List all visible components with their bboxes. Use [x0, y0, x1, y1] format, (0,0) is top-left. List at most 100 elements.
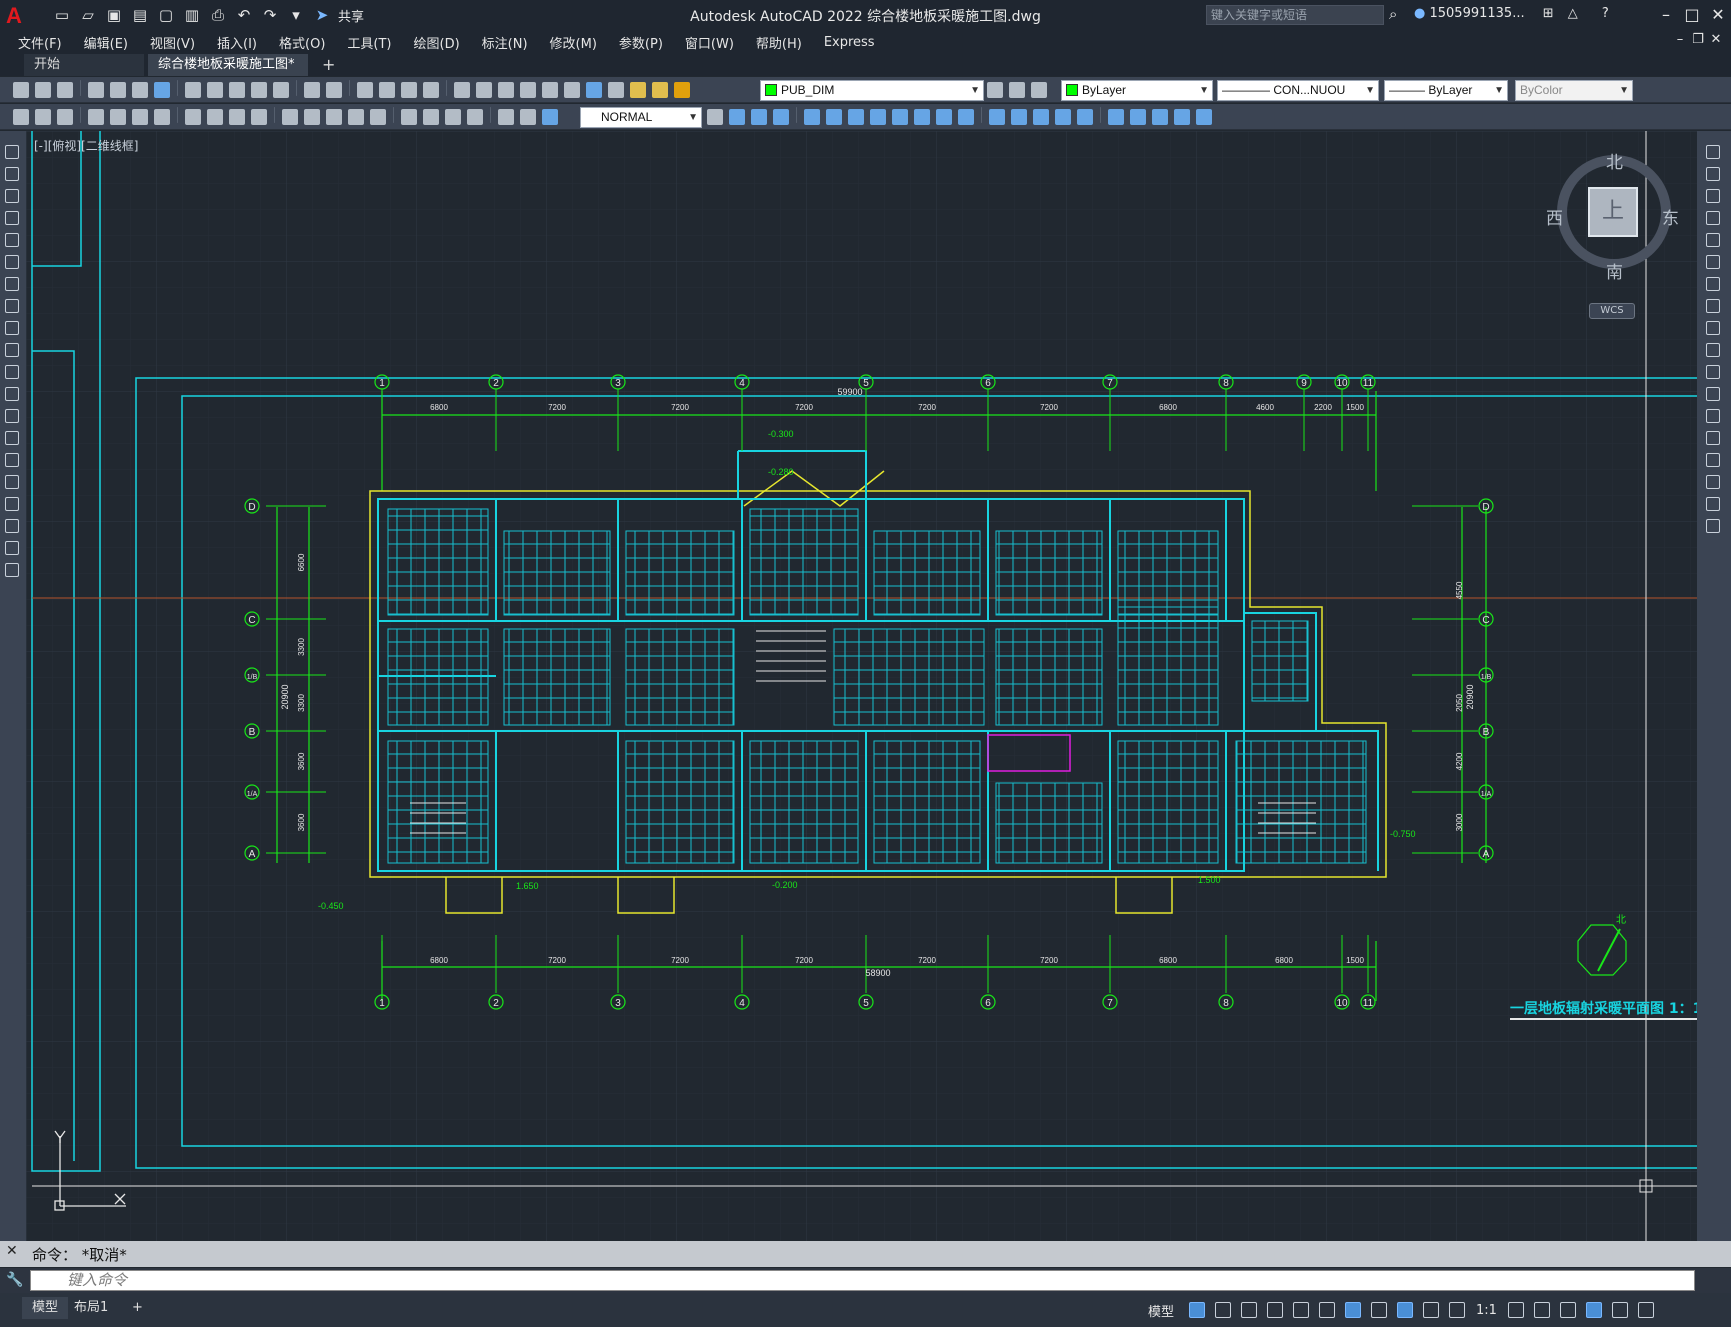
dim-linear-icon[interactable] — [88, 109, 104, 125]
doc-close-icon[interactable]: ✕ — [1707, 32, 1725, 47]
layer-lock-icon[interactable] — [674, 82, 690, 98]
dimstyle-icon[interactable] — [707, 109, 723, 125]
dim-jogged-icon[interactable] — [207, 109, 223, 125]
rectangle-icon[interactable] — [5, 233, 19, 247]
tab-drawing[interactable]: 综合楼地板采暖施工图* ✕ — [148, 54, 308, 94]
undo-icon[interactable]: ↶ — [234, 5, 254, 25]
sheet-set-icon[interactable] — [520, 82, 536, 98]
app-logo[interactable]: A — [6, 3, 30, 28]
ortho-icon[interactable] — [1241, 1302, 1258, 1318]
search-input[interactable]: 键入关键字或短语 — [1206, 5, 1384, 25]
new-icon[interactable]: ▭ — [52, 5, 72, 25]
zoom-window-icon[interactable] — [401, 82, 417, 98]
layout1-tab[interactable]: 布局1 — [64, 1297, 118, 1319]
tolerance-icon[interactable] — [401, 109, 417, 125]
annotation-scale-value[interactable]: 1:1 — [1476, 1303, 1497, 1318]
text-front-icon[interactable] — [1174, 109, 1190, 125]
menu-dimension[interactable]: 标注(N) — [482, 33, 528, 52]
save-icon[interactable]: ▣ — [104, 5, 124, 25]
customization-menu-icon[interactable] — [1637, 1302, 1654, 1318]
erase-icon[interactable] — [1706, 145, 1720, 159]
dimstyle-dropdown[interactable]: NORMAL ▼ — [580, 107, 702, 128]
grid-icon[interactable] — [1189, 1302, 1206, 1318]
layer-previous-icon[interactable] — [1009, 82, 1025, 98]
line-icon[interactable] — [5, 145, 19, 159]
pan-icon[interactable] — [357, 82, 373, 98]
search-icon[interactable]: ⌕ — [1389, 5, 1397, 23]
hatch-back-icon[interactable] — [1196, 109, 1212, 125]
clean-screen-icon[interactable] — [1611, 1302, 1628, 1318]
share-label[interactable]: 共享 — [338, 6, 364, 25]
customize-wrench-icon[interactable]: 🔧 — [6, 1272, 23, 1288]
revcloud-icon[interactable] — [5, 299, 19, 313]
share-icon[interactable]: ➤ — [312, 5, 332, 25]
center-mark-icon[interactable] — [423, 109, 439, 125]
auto-scale-icon[interactable] — [1423, 1302, 1440, 1318]
hatch-icon[interactable] — [5, 453, 19, 467]
menu-window[interactable]: 窗口(W) — [685, 33, 734, 52]
zoom-realtime-icon[interactable] — [379, 82, 395, 98]
ellipse-icon[interactable] — [5, 343, 19, 357]
command-input[interactable]: 键入命令 — [30, 1270, 1695, 1291]
open-web-icon[interactable]: ▢ — [156, 5, 176, 25]
region-icon[interactable] — [5, 497, 19, 511]
mirror-icon[interactable] — [773, 109, 789, 125]
annotation-monitor-icon[interactable] — [1533, 1302, 1550, 1318]
markup-icon[interactable] — [542, 82, 558, 98]
menu-format[interactable]: 格式(O) — [279, 33, 325, 52]
menu-insert[interactable]: 插入(I) — [217, 33, 257, 52]
publish-icon[interactable] — [132, 82, 148, 98]
workspace-gear-icon[interactable] — [1507, 1302, 1524, 1318]
array-icon[interactable] — [826, 109, 842, 125]
stretch-icon[interactable] — [914, 109, 930, 125]
fillet-icon[interactable] — [1706, 475, 1720, 489]
circle-icon[interactable] — [5, 277, 19, 291]
mtext-icon[interactable] — [5, 541, 19, 555]
dim-edit-icon[interactable] — [498, 109, 514, 125]
tool-palettes-icon[interactable] — [498, 82, 514, 98]
move-icon[interactable] — [848, 109, 864, 125]
dim-ordinate-icon[interactable] — [154, 109, 170, 125]
help-icon[interactable]: ? — [1602, 6, 1609, 21]
design-center-icon[interactable] — [476, 82, 492, 98]
annotation-scale-icon[interactable] — [1449, 1302, 1466, 1318]
blend-icon[interactable] — [1706, 497, 1720, 511]
gradient-icon[interactable] — [5, 475, 19, 489]
block-editor-icon[interactable] — [273, 82, 289, 98]
model-tab[interactable]: 模型 — [22, 1297, 69, 1319]
plot-icon[interactable] — [88, 82, 104, 98]
break-icon[interactable] — [989, 109, 1005, 125]
copy-icon[interactable] — [1706, 167, 1720, 181]
dim-baseline-icon[interactable] — [304, 109, 320, 125]
ellipse-arc-icon[interactable] — [5, 365, 19, 379]
layer-dropdown[interactable]: PUB_DIM ▼ — [760, 80, 984, 101]
plot-icon[interactable]: ⎙ — [208, 5, 228, 25]
bring-front-icon[interactable] — [1130, 109, 1146, 125]
explode-icon[interactable] — [1706, 519, 1720, 533]
break-icon[interactable] — [1706, 409, 1720, 423]
open-icon[interactable]: ▱ — [78, 5, 98, 25]
viewcube[interactable]: 上 北 南 东 西 — [1546, 150, 1679, 283]
make-block-icon[interactable] — [5, 409, 19, 423]
extend-icon[interactable] — [958, 109, 974, 125]
linetype-dropdown[interactable]: ———— CON...NUOU ▼ — [1217, 80, 1379, 101]
polyline-icon[interactable] — [5, 189, 19, 203]
layer-properties-icon[interactable] — [608, 82, 624, 98]
dim-continue-icon[interactable] — [326, 109, 342, 125]
menu-tools[interactable]: 工具(T) — [347, 33, 391, 52]
help-icon[interactable] — [586, 82, 602, 98]
minimize-icon[interactable]: – — [1653, 0, 1679, 30]
viewport-controls-label[interactable]: [-][俯视][二维线框] — [34, 137, 138, 154]
chamfer-icon[interactable] — [1033, 109, 1049, 125]
menu-view[interactable]: 视图(V) — [150, 33, 195, 52]
cut-icon[interactable] — [185, 82, 201, 98]
object-snap-tracking-icon[interactable] — [1319, 1302, 1336, 1318]
copy-object-icon[interactable] — [751, 109, 767, 125]
mirror-icon[interactable] — [1706, 189, 1720, 203]
dim-update-icon[interactable] — [542, 109, 558, 125]
snap-icon[interactable] — [1215, 1302, 1232, 1318]
trim-icon[interactable] — [936, 109, 952, 125]
compass-east[interactable]: 东 — [1662, 204, 1679, 229]
wcs-menu[interactable]: WCS — [1589, 303, 1635, 319]
add-selected-icon[interactable] — [5, 563, 19, 577]
